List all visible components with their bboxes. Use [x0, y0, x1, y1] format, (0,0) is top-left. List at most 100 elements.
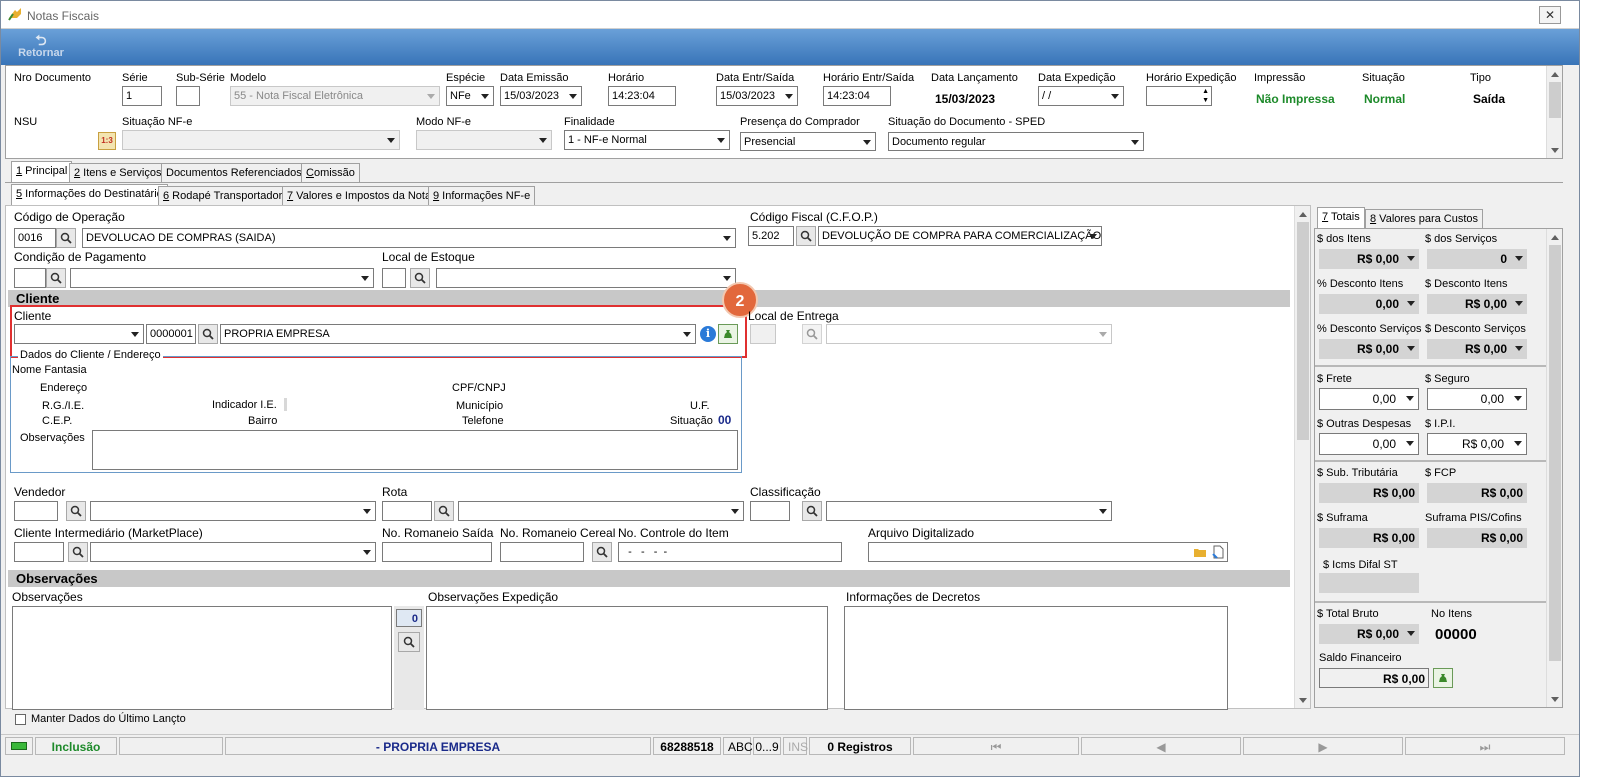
cod-operacao-code[interactable]: 0016 [14, 228, 56, 248]
tab-info-nfe[interactable]: 9 Informações NF-e [428, 186, 536, 206]
horario-exp-input[interactable]: ▲ ▼ [1146, 86, 1212, 106]
impressao-value: Não Impressa [1256, 92, 1335, 106]
cod-operacao-select[interactable]: DEVOLUCAO DE COMPRAS (SAIDA) [82, 228, 736, 248]
classificacao-search[interactable] [802, 501, 822, 521]
classificacao-select[interactable] [826, 501, 1112, 521]
scroll-thumb[interactable] [1297, 222, 1309, 440]
scroll-down-icon[interactable] [1547, 142, 1563, 156]
nsu-lookup-icon[interactable]: 1:3 [98, 132, 116, 150]
scroll-thumb[interactable] [1549, 82, 1561, 118]
local-entrega-select[interactable] [826, 324, 1112, 344]
local-estoque-select[interactable] [436, 268, 736, 288]
horario-entr-input[interactable]: 14:23:04 [823, 86, 891, 106]
finalidade-select[interactable]: 1 - NF-e Normal [564, 130, 730, 150]
last-record-button[interactable]: ⏭ [1405, 737, 1565, 755]
vendedor-select[interactable] [90, 501, 376, 521]
tab-valores-custos[interactable]: 8 Valores para Custos [1365, 209, 1484, 229]
cond-pag-search[interactable] [46, 268, 66, 288]
classificacao-code[interactable] [750, 501, 790, 521]
cfop-search[interactable] [796, 226, 816, 246]
presenca-select[interactable]: Presencial [740, 132, 876, 151]
obs-exp-textarea[interactable] [426, 606, 828, 710]
situacao-cliente-value: 00 [718, 413, 732, 427]
scroll-down-icon[interactable] [1295, 692, 1311, 706]
main-scrollbar[interactable] [1294, 206, 1310, 708]
romaneio-cereal-search[interactable] [592, 542, 612, 562]
suframa-pis-value: R$ 0,00 [1427, 528, 1527, 548]
cond-pag-code[interactable] [14, 268, 46, 288]
folder-icon[interactable] [1193, 546, 1207, 558]
serie-input[interactable]: 1 [122, 86, 162, 106]
cod-operacao-search[interactable] [56, 228, 76, 248]
desc-itens-pct-value[interactable]: 0,00 [1319, 294, 1419, 314]
vendedor-search[interactable] [66, 501, 86, 521]
desc-serv-pct-value[interactable]: R$ 0,00 [1319, 339, 1419, 359]
observacoes-textarea[interactable] [12, 606, 392, 710]
modo-nfe-select[interactable] [416, 130, 552, 150]
tab-totais[interactable]: 7 Totais [1317, 207, 1365, 229]
retornar-button[interactable]: ⮌ Retornar [11, 33, 71, 61]
situacao-nfe-select[interactable] [122, 130, 400, 150]
cfop-code[interactable]: 5.202 [748, 226, 794, 246]
totals-scrollbar[interactable] [1546, 229, 1562, 707]
ipi-value[interactable]: R$ 0,00 [1427, 433, 1527, 455]
modelo-select[interactable]: 55 - Nota Fiscal Eletrônica [230, 86, 440, 106]
sit-doc-select[interactable]: Documento regular [888, 132, 1144, 151]
tab-info-destinatario[interactable]: 5 Informações do Destinatário [11, 184, 168, 206]
first-record-button[interactable]: ⏮ [913, 737, 1079, 755]
obs-cliente-textarea[interactable] [92, 430, 738, 470]
desc-serv-value[interactable]: R$ 0,00 [1427, 339, 1527, 359]
next-record-button[interactable]: ▶ [1243, 737, 1403, 755]
scroll-thumb[interactable] [1549, 245, 1561, 661]
data-exp-input[interactable]: / / [1038, 86, 1124, 106]
cliente-inter-search[interactable] [68, 542, 88, 562]
desc-itens-value[interactable]: R$ 0,00 [1427, 294, 1527, 314]
saldo-value: R$ 0,00 [1319, 668, 1429, 688]
scroll-up-icon[interactable] [1547, 229, 1563, 243]
cliente-inter-select[interactable] [90, 542, 376, 562]
cond-pag-select[interactable] [70, 268, 374, 288]
document-icon[interactable] [1211, 545, 1225, 559]
outras-value[interactable]: 0,00 [1319, 433, 1419, 455]
local-estoque-search[interactable] [410, 268, 430, 288]
header-scrollbar[interactable] [1546, 66, 1562, 158]
data-emissao-input[interactable]: 15/03/2023 [500, 86, 582, 106]
data-entr-input[interactable]: 15/03/2023 [716, 86, 798, 106]
frete-value[interactable]: 0,00 [1319, 388, 1419, 410]
tab-comissao[interactable]: Comissão [301, 163, 360, 183]
local-estoque-code[interactable] [382, 268, 406, 288]
tab-valores-impostos[interactable]: 7 Valores e Impostos da Nota [282, 186, 437, 206]
rota-code[interactable] [382, 501, 432, 521]
arquivo-input[interactable] [868, 542, 1228, 562]
tab-rodape-transportador[interactable]: 6 Rodapé Transportador [158, 186, 288, 206]
manter-dados-checkbox[interactable] [15, 714, 26, 725]
especie-select[interactable]: NFe [446, 86, 494, 106]
dos-itens-value[interactable]: R$ 0,00 [1319, 249, 1419, 269]
horario-input[interactable]: 14:23:04 [608, 86, 676, 106]
subserie-input[interactable] [176, 86, 200, 106]
tab-documentos-referenciados[interactable]: Documentos Referenciados [161, 163, 307, 183]
rota-select[interactable] [458, 501, 744, 521]
seguro-value[interactable]: 0,00 [1427, 388, 1527, 410]
vendedor-code[interactable] [14, 501, 58, 521]
tab-principal[interactable]: 1 Principal [11, 161, 73, 183]
cliente-inter-code[interactable] [14, 542, 64, 562]
tab-itens-servicos[interactable]: 2 Itens e Serviços [69, 163, 167, 183]
controle-item-input[interactable]: - - - - [618, 542, 842, 562]
saldo-money-button[interactable] [1433, 668, 1453, 688]
info-decretos-textarea[interactable] [844, 606, 1228, 710]
scroll-down-icon[interactable] [1547, 691, 1563, 705]
rota-search[interactable] [434, 501, 454, 521]
scroll-up-icon[interactable] [1295, 206, 1311, 220]
romaneio-saida-input[interactable] [382, 542, 492, 562]
romaneio-cereal-input[interactable] [500, 542, 584, 562]
scroll-up-icon[interactable] [1547, 66, 1563, 80]
local-entrega-code[interactable] [750, 324, 776, 344]
prev-record-button[interactable]: ◀ [1081, 737, 1241, 755]
dos-servicos-value[interactable]: 0 [1427, 249, 1527, 269]
obs-search[interactable] [398, 632, 420, 652]
close-button[interactable]: ✕ [1539, 6, 1561, 24]
total-bruto-value[interactable]: R$ 0,00 [1319, 624, 1419, 644]
local-entrega-search[interactable] [802, 324, 822, 344]
cfop-select[interactable]: DEVOLUÇÃO DE COMPRA PARA COMERCIALIZAÇÃO [818, 226, 1102, 246]
